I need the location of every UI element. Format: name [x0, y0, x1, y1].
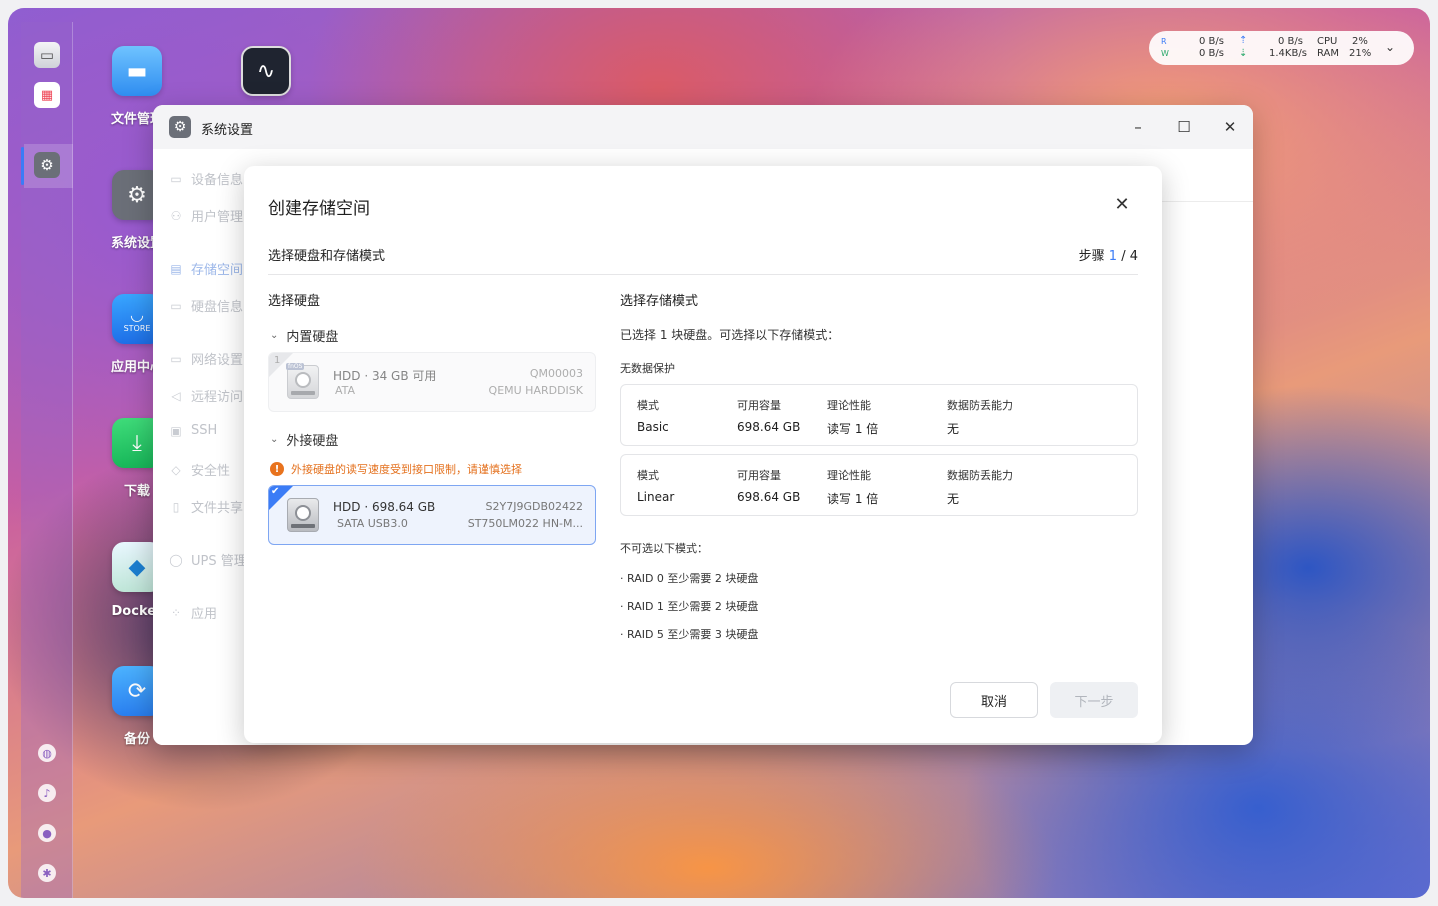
ssh-icon: ▣	[170, 423, 182, 438]
app-grid-icon[interactable]: ▦	[34, 82, 60, 108]
background-divider	[1161, 201, 1253, 202]
select-disk-title: 选择硬盘	[268, 294, 321, 309]
disk-read-value: 0 B/s	[1199, 36, 1224, 47]
sidebar-item-security[interactable]: ◇ 安全性	[169, 460, 230, 480]
disk-write-value: 0 B/s	[1199, 48, 1224, 59]
close-icon[interactable]: ✕	[1220, 117, 1240, 137]
close-icon[interactable]: ✕	[1112, 194, 1132, 215]
selected-info: 已选择 1 块硬盘。可选择以下存储模式：	[620, 328, 840, 342]
chevron-down-icon: ⌄	[270, 434, 279, 445]
read-label: R	[1161, 37, 1167, 46]
download-arrow-icon: ⇣	[1239, 48, 1248, 59]
select-mode-title: 选择存储模式	[620, 294, 699, 309]
mode-option-linear[interactable]: 模式 可用容量 理论性能 数据防丢能力 Linear 698.64 GB 读写 …	[620, 454, 1138, 516]
unavailable-title: 不可选以下模式：	[620, 542, 708, 555]
cpu-label: CPU	[1317, 36, 1338, 47]
sidebar-item-disks[interactable]: ▭ 硬盘信息	[169, 296, 243, 316]
ram-value: 21%	[1349, 48, 1372, 59]
dock-active-indicator	[21, 147, 24, 185]
sidebar-item-users[interactable]: ⚇ 用户管理	[169, 206, 243, 226]
user-icon: ⚇	[170, 208, 182, 223]
settings-gear-icon[interactable]: ⚙	[34, 152, 60, 178]
remote-icon: ◁	[171, 388, 181, 403]
sidebar-item-ssh[interactable]: ▣ SSH	[169, 423, 217, 438]
unavailable-mode-item: · RAID 1 至少需要 2 块硬盘	[620, 600, 759, 613]
settings-app-icon: ⚙	[169, 116, 191, 138]
gear-icon[interactable]: ✱	[38, 864, 56, 882]
folder-icon: ▬	[112, 46, 162, 96]
left-dock: ▭ ▦ ⚙ ◍ ♪ ● ✱	[21, 22, 73, 898]
dialog-title: 创建存储空间	[268, 199, 370, 219]
create-storage-dialog: 创建存储空间 ✕ 选择硬盘和存储模式 步骤 1 / 4 选择硬盘 ⌄ 内置硬盘 1…	[244, 166, 1162, 743]
window-title: 系统设置	[201, 123, 254, 138]
mode-option-basic[interactable]: 模式 可用容量 理论性能 数据防丢能力 Basic 698.64 GB 读写 1…	[620, 384, 1138, 446]
next-step-button[interactable]: 下一步	[1050, 682, 1138, 718]
write-label: W	[1161, 49, 1169, 58]
hard-disk-icon	[287, 498, 319, 532]
no-protection-label: 无数据保护	[620, 362, 675, 375]
sidebar-item-sharing[interactable]: ▯ 文件共享	[169, 497, 243, 517]
chevron-down-icon: ⌄	[270, 330, 279, 341]
globe-icon[interactable]: ◍	[38, 744, 56, 762]
scroll-cutoff	[620, 654, 920, 660]
net-up-value: 0 B/s	[1278, 36, 1303, 47]
hard-disk-icon: fnOS	[286, 363, 319, 399]
monitor-icon[interactable]: ▭	[34, 42, 60, 68]
header-divider	[268, 274, 1138, 275]
cancel-button[interactable]: 取消	[950, 682, 1038, 718]
system-monitor-widget[interactable]: R W 0 B/s 0 B/s ⇡ ⇣ 0 B/s 1.4KB/s CPU RA…	[1149, 31, 1414, 65]
external-disk-card[interactable]: ✔ HDD · 698.64 GB SATA USB3.0 S2Y7J9GDB0…	[268, 485, 596, 545]
storage-icon: ▤	[170, 261, 182, 276]
activity-monitor-icon: ∿	[241, 46, 291, 96]
sidebar-item-remote[interactable]: ◁ 远程访问	[169, 386, 243, 406]
external-disk-warning: ! 外接硬盘的读写速度受到接口限制，请谨慎选择	[270, 461, 522, 477]
apps-icon: ⁘	[170, 605, 182, 620]
device-icon: ▭	[170, 171, 182, 186]
internal-disk-group-toggle[interactable]: ⌄ 内置硬盘	[270, 326, 338, 345]
bell-icon[interactable]: ♪	[38, 784, 56, 802]
unavailable-mode-item: · RAID 5 至少需要 3 块硬盘	[620, 628, 759, 641]
desktop-background: ▭ ▦ ⚙ ◍ ♪ ● ✱ ▬ 文件管理 ∿ ⚙ 系统设置 ◡ STORE 应用中…	[8, 8, 1430, 898]
checkmark-icon: ✔	[271, 486, 280, 497]
network-icon: ▭	[170, 351, 182, 366]
external-disk-group-toggle[interactable]: ⌄ 外接硬盘	[270, 430, 338, 449]
shield-icon: ◇	[171, 462, 181, 477]
user-icon[interactable]: ●	[38, 824, 56, 842]
sidebar-item-storage[interactable]: ▤ 存储空间	[169, 259, 243, 279]
internal-disk-card: 1 fnOS HDD · 34 GB 可用 ATA QM00003 QEMU H…	[268, 352, 596, 412]
ram-label: RAM	[1317, 48, 1340, 59]
unavailable-mode-item: · RAID 0 至少需要 2 块硬盘	[620, 572, 759, 585]
sidebar-item-network[interactable]: ▭ 网络设置	[169, 349, 243, 369]
window-titlebar[interactable]: ⚙ 系统设置 – ☐ ✕	[153, 105, 1253, 149]
upload-arrow-icon: ⇡	[1239, 35, 1248, 46]
minimize-icon[interactable]: –	[1128, 117, 1148, 137]
step-indicator: 步骤 1 / 4	[1078, 249, 1138, 264]
ups-icon: ◯	[169, 552, 183, 567]
maximize-icon[interactable]: ☐	[1174, 117, 1194, 137]
net-down-value: 1.4KB/s	[1269, 48, 1307, 59]
chevron-down-icon[interactable]: ⌄	[1385, 41, 1395, 53]
sidebar-item-ups[interactable]: ◯ UPS 管理	[169, 550, 246, 570]
dialog-subtitle: 选择硬盘和存储模式	[268, 249, 386, 264]
sidebar-item-apps[interactable]: ⁘ 应用	[169, 603, 217, 623]
cpu-value: 2%	[1352, 36, 1368, 47]
warning-icon: !	[270, 462, 284, 476]
share-icon: ▯	[172, 499, 180, 514]
settings-sidebar: ▭ 设备信息 ⚇ 用户管理 ▤ 存储空间 ▭ 硬盘信息 ▭ 网络设置 ◁ 远程访问 ▣ SSH…	[153, 149, 253, 745]
sidebar-item-device[interactable]: ▭ 设备信息	[169, 169, 243, 189]
disk-icon: ▭	[170, 298, 182, 313]
desktop-app-activity[interactable]: ∿	[226, 46, 306, 96]
